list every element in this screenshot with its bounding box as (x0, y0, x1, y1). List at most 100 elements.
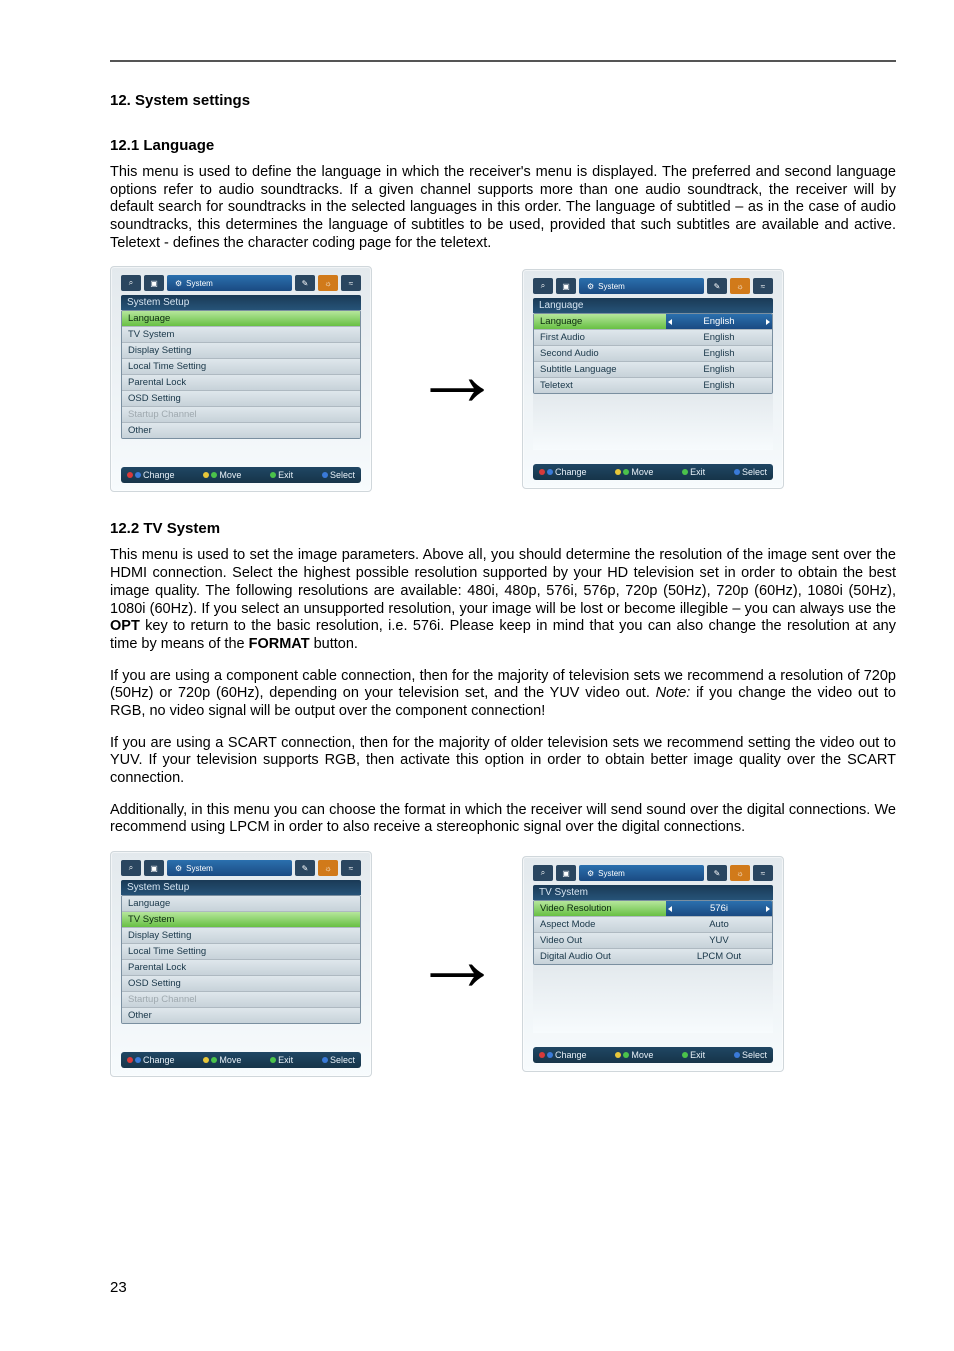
option-row-video-out[interactable]: Video Out YUV (534, 933, 772, 949)
option-value[interactable]: English (666, 362, 772, 377)
menu-item-startup-channel: Startup Channel (122, 992, 360, 1008)
option-key: Digital Audio Out (534, 949, 666, 964)
option-value[interactable]: English (666, 330, 772, 345)
system-tab-label: System (186, 864, 213, 873)
tv-icon: ▣ (556, 278, 576, 294)
menu-item-osd-setting[interactable]: OSD Setting (122, 976, 360, 992)
menu-item-language[interactable]: Language (122, 311, 360, 327)
menu-item-tv-system[interactable]: TV System (122, 912, 360, 928)
option-row-second-audio[interactable]: Second Audio English (534, 346, 772, 362)
option-key: First Audio (534, 330, 666, 345)
hint-select: Select (742, 1050, 767, 1060)
hint-move: Move (631, 1050, 653, 1060)
menu-item-local-time-setting[interactable]: Local Time Setting (122, 359, 360, 375)
hint-bar: Change Move Exit Select (121, 1052, 361, 1068)
option-row-first-audio[interactable]: First Audio English (534, 330, 772, 346)
tool-icon: ✎ (295, 860, 315, 876)
option-key: Teletext (534, 378, 666, 393)
option-row-teletext[interactable]: Teletext English (534, 378, 772, 393)
arrow-right-icon: → (412, 942, 482, 986)
hint-bar: Change Move Exit Select (533, 1047, 773, 1063)
hint-exit: Exit (690, 467, 705, 477)
screenshot-language-options: ⌕ ▣ ⚙ System ✎ ☼ ≈ Language Language Eng… (522, 269, 784, 489)
search-icon: ⌕ (533, 865, 553, 881)
wave-icon: ≈ (753, 865, 773, 881)
menu-item-startup-channel: Startup Channel (122, 407, 360, 423)
option-row-video-resolution[interactable]: Video Resolution 576i (534, 901, 772, 917)
gear-icon: ⚙ (587, 282, 594, 291)
menu-item-parental-lock[interactable]: Parental Lock (122, 960, 360, 976)
tool-icon: ✎ (295, 275, 315, 291)
menu-item-parental-lock[interactable]: Parental Lock (122, 375, 360, 391)
hint-move: Move (219, 1055, 241, 1065)
menu-item-tv-system[interactable]: TV System (122, 327, 360, 343)
hint-exit: Exit (690, 1050, 705, 1060)
hint-bar: Change Move Exit Select (121, 467, 361, 483)
hint-change: Change (143, 1055, 175, 1065)
arrow-right-icon: → (412, 357, 482, 401)
option-row-digital-audio-out[interactable]: Digital Audio Out LPCM Out (534, 949, 772, 964)
system-tab[interactable]: ⚙ System (167, 860, 292, 876)
option-value[interactable]: English (666, 314, 772, 329)
top-icon-bar: ⌕ ▣ ⚙ System ✎ ☼ ≈ (533, 278, 773, 294)
hint-change: Change (555, 1050, 587, 1060)
system-tab-label: System (598, 869, 625, 878)
search-icon: ⌕ (121, 275, 141, 291)
system-tab[interactable]: ⚙ System (579, 865, 704, 881)
menu-item-osd-setting[interactable]: OSD Setting (122, 391, 360, 407)
figure-row-tv-system: ⌕ ▣ ⚙ System ✎ ☼ ≈ System Setup Language… (110, 851, 896, 1077)
wave-icon: ≈ (341, 275, 361, 291)
page-number: 23 (110, 1279, 127, 1296)
sun-icon: ☼ (318, 275, 338, 291)
option-key: Subtitle Language (534, 362, 666, 377)
panel-title-system-setup: System Setup (121, 880, 361, 895)
sun-icon: ☼ (730, 278, 750, 294)
tv-icon: ▣ (556, 865, 576, 881)
sun-icon: ☼ (318, 860, 338, 876)
gear-icon: ⚙ (587, 869, 594, 878)
menu-item-other[interactable]: Other (122, 423, 360, 438)
hint-change: Change (555, 467, 587, 477)
menu-item-language[interactable]: Language (122, 896, 360, 912)
system-tab[interactable]: ⚙ System (167, 275, 292, 291)
screenshot-tv-system-options: ⌕ ▣ ⚙ System ✎ ☼ ≈ TV System Video Resol… (522, 856, 784, 1072)
paragraph-tv-2: If you are using a component cable conne… (110, 668, 896, 721)
tool-icon: ✎ (707, 278, 727, 294)
option-row-language[interactable]: Language English (534, 314, 772, 330)
menu-item-other[interactable]: Other (122, 1008, 360, 1023)
hint-select: Select (330, 1055, 355, 1065)
header-rule (110, 60, 896, 62)
system-setup-list: Language TV System Display Setting Local… (121, 310, 361, 439)
screenshot-system-setup-tvsystem: ⌕ ▣ ⚙ System ✎ ☼ ≈ System Setup Language… (110, 851, 372, 1077)
tv-system-options-list: Video Resolution 576i Aspect Mode Auto V… (533, 900, 773, 965)
sun-icon: ☼ (730, 865, 750, 881)
paragraph-tv-4: Additionally, in this menu you can choos… (110, 802, 896, 837)
panel-title-language: Language (533, 298, 773, 313)
option-value[interactable]: English (666, 346, 772, 361)
heading-12: 12. System settings (110, 92, 896, 109)
hint-move: Move (219, 470, 241, 480)
option-value[interactable]: English (666, 378, 772, 393)
menu-item-display-setting[interactable]: Display Setting (122, 343, 360, 359)
panel-title-tv-system: TV System (533, 885, 773, 900)
figure-row-language: ⌕ ▣ ⚙ System ✎ ☼ ≈ System Setup Language… (110, 266, 896, 492)
menu-item-display-setting[interactable]: Display Setting (122, 928, 360, 944)
screenshot-system-setup-language: ⌕ ▣ ⚙ System ✎ ☼ ≈ System Setup Language… (110, 266, 372, 492)
paragraph-tv-3: If you are using a SCART connection, the… (110, 735, 896, 788)
wave-icon: ≈ (753, 278, 773, 294)
language-options-list: Language English First Audio English Sec… (533, 313, 773, 394)
hint-select: Select (742, 467, 767, 477)
option-value[interactable]: YUV (666, 933, 772, 948)
option-row-aspect-mode[interactable]: Aspect Mode Auto (534, 917, 772, 933)
option-value[interactable]: LPCM Out (666, 949, 772, 964)
system-setup-list: Language TV System Display Setting Local… (121, 895, 361, 1024)
menu-item-local-time-setting[interactable]: Local Time Setting (122, 944, 360, 960)
system-tab[interactable]: ⚙ System (579, 278, 704, 294)
tv-icon: ▣ (144, 860, 164, 876)
option-value[interactable]: 576i (666, 901, 772, 916)
hint-bar: Change Move Exit Select (533, 464, 773, 480)
option-value[interactable]: Auto (666, 917, 772, 932)
option-row-subtitle-language[interactable]: Subtitle Language English (534, 362, 772, 378)
search-icon: ⌕ (121, 860, 141, 876)
system-tab-label: System (186, 279, 213, 288)
